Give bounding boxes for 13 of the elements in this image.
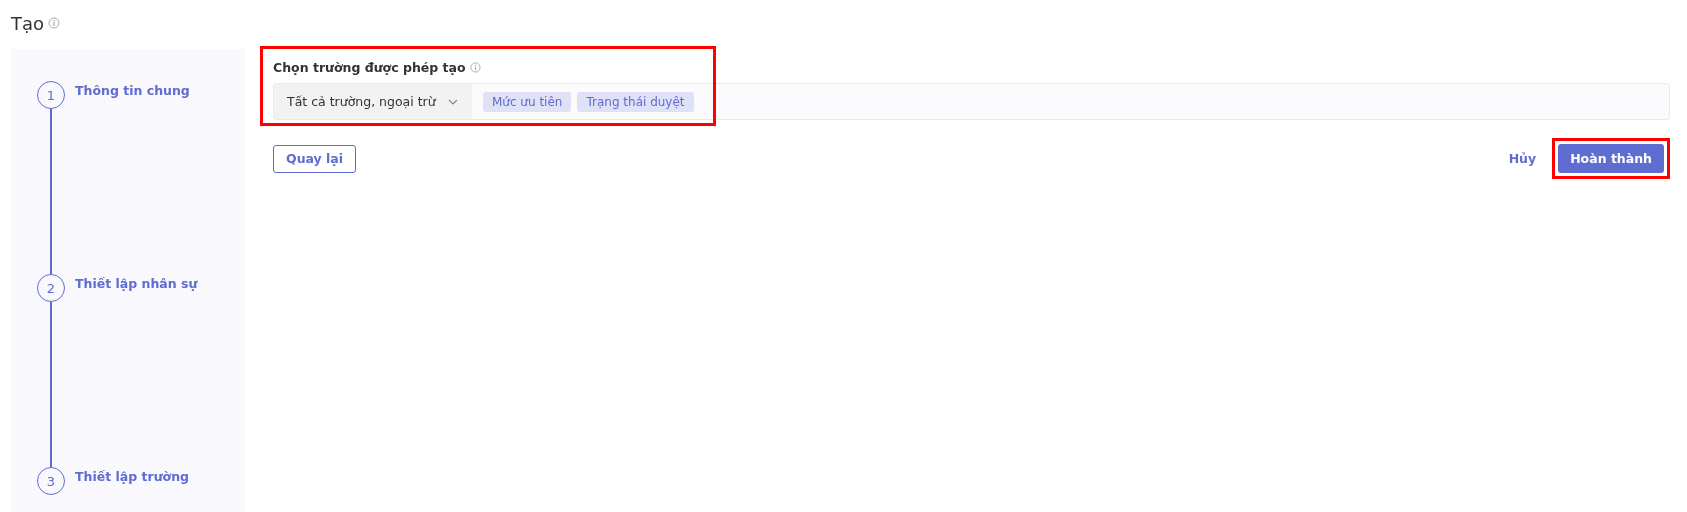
info-icon bbox=[469, 61, 481, 73]
info-icon bbox=[48, 17, 61, 29]
finish-button[interactable]: Hoàn thành bbox=[1558, 144, 1664, 173]
step-label[interactable]: Thông tin chung bbox=[75, 81, 190, 274]
step-number: 2 bbox=[37, 274, 65, 302]
step-number: 1 bbox=[37, 81, 65, 109]
step-label[interactable]: Thiết lập trường bbox=[75, 467, 189, 495]
step-label[interactable]: Thiết lập nhân sự bbox=[75, 274, 198, 467]
back-button[interactable]: Quay lại bbox=[273, 144, 357, 173]
step-number: 3 bbox=[37, 467, 65, 495]
cancel-button[interactable]: Hủy bbox=[1508, 151, 1537, 166]
field-label: Chọn trường được phép tạo bbox=[273, 59, 466, 75]
page-title: Tạo bbox=[11, 12, 45, 34]
